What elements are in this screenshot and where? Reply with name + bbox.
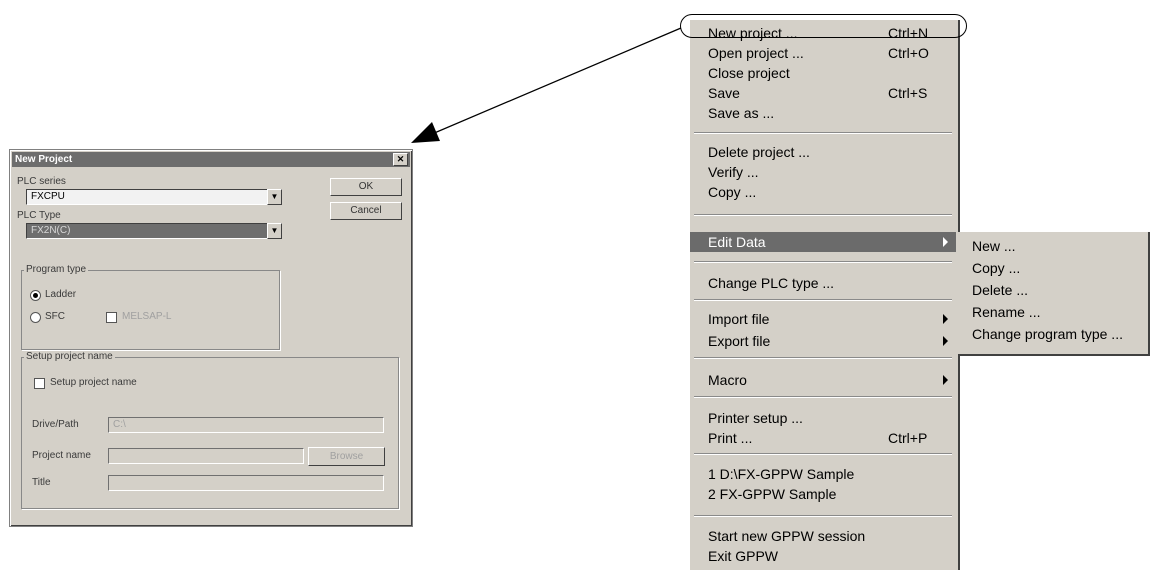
menu-item-verify[interactable]: Verify ... xyxy=(690,162,956,182)
menu-item-save[interactable]: Save Ctrl+S xyxy=(690,83,956,103)
menu-item-edit-data[interactable]: Edit Data xyxy=(690,232,956,252)
menu-item-open-project[interactable]: Open project ... Ctrl+O xyxy=(690,43,956,63)
menu-separator xyxy=(694,515,952,517)
menu-separator xyxy=(694,453,952,455)
menu-item-save-as[interactable]: Save as ... xyxy=(690,103,956,123)
menu-item-import-file[interactable]: Import file xyxy=(690,309,956,329)
menu-item-copy[interactable]: Copy ... xyxy=(690,182,956,202)
submenu-item-new[interactable]: New ... xyxy=(958,236,1146,256)
menu-item-exit[interactable]: Exit GPPW xyxy=(690,546,956,566)
menu-item-delete-project[interactable]: Delete project ... xyxy=(690,142,956,162)
menu-item-printer-setup[interactable]: Printer setup ... xyxy=(690,408,956,428)
menu-separator xyxy=(694,396,952,398)
submenu-arrow-icon xyxy=(943,375,948,385)
submenu-item-copy[interactable]: Copy ... xyxy=(958,258,1146,278)
menu-separator xyxy=(694,214,952,216)
menu-item-start-new-session[interactable]: Start new GPPW session xyxy=(690,526,956,546)
submenu-item-rename[interactable]: Rename ... xyxy=(958,302,1146,322)
menu-separator xyxy=(694,299,952,301)
menu-item-close-project[interactable]: Close project xyxy=(690,63,956,83)
edit-data-submenu: New ... Copy ... Delete ... Rename ... C… xyxy=(958,232,1150,356)
menu-item-export-file[interactable]: Export file xyxy=(690,331,956,351)
menu-item-macro[interactable]: Macro xyxy=(690,370,956,390)
submenu-arrow-icon xyxy=(943,237,948,247)
submenu-item-delete[interactable]: Delete ... xyxy=(958,280,1146,300)
menu-item-change-plc-type[interactable]: Change PLC type ... xyxy=(690,273,956,293)
menu-item-recent-1[interactable]: 1 D:\FX-GPPW Sample xyxy=(690,464,956,484)
menu-separator xyxy=(694,357,952,359)
menu-item-print[interactable]: Print ... Ctrl+P xyxy=(690,428,956,448)
menu-item-recent-2[interactable]: 2 FX-GPPW Sample xyxy=(690,484,956,504)
file-menu: New project ... Ctrl+N Open project ... Ct… xyxy=(690,20,960,570)
menu-separator xyxy=(694,261,952,263)
menu-separator xyxy=(694,132,952,134)
submenu-arrow-icon xyxy=(943,336,948,346)
submenu-arrow-icon xyxy=(943,314,948,324)
submenu-item-change-program-type[interactable]: Change program type ... xyxy=(958,324,1146,344)
callout-oval xyxy=(680,14,967,38)
